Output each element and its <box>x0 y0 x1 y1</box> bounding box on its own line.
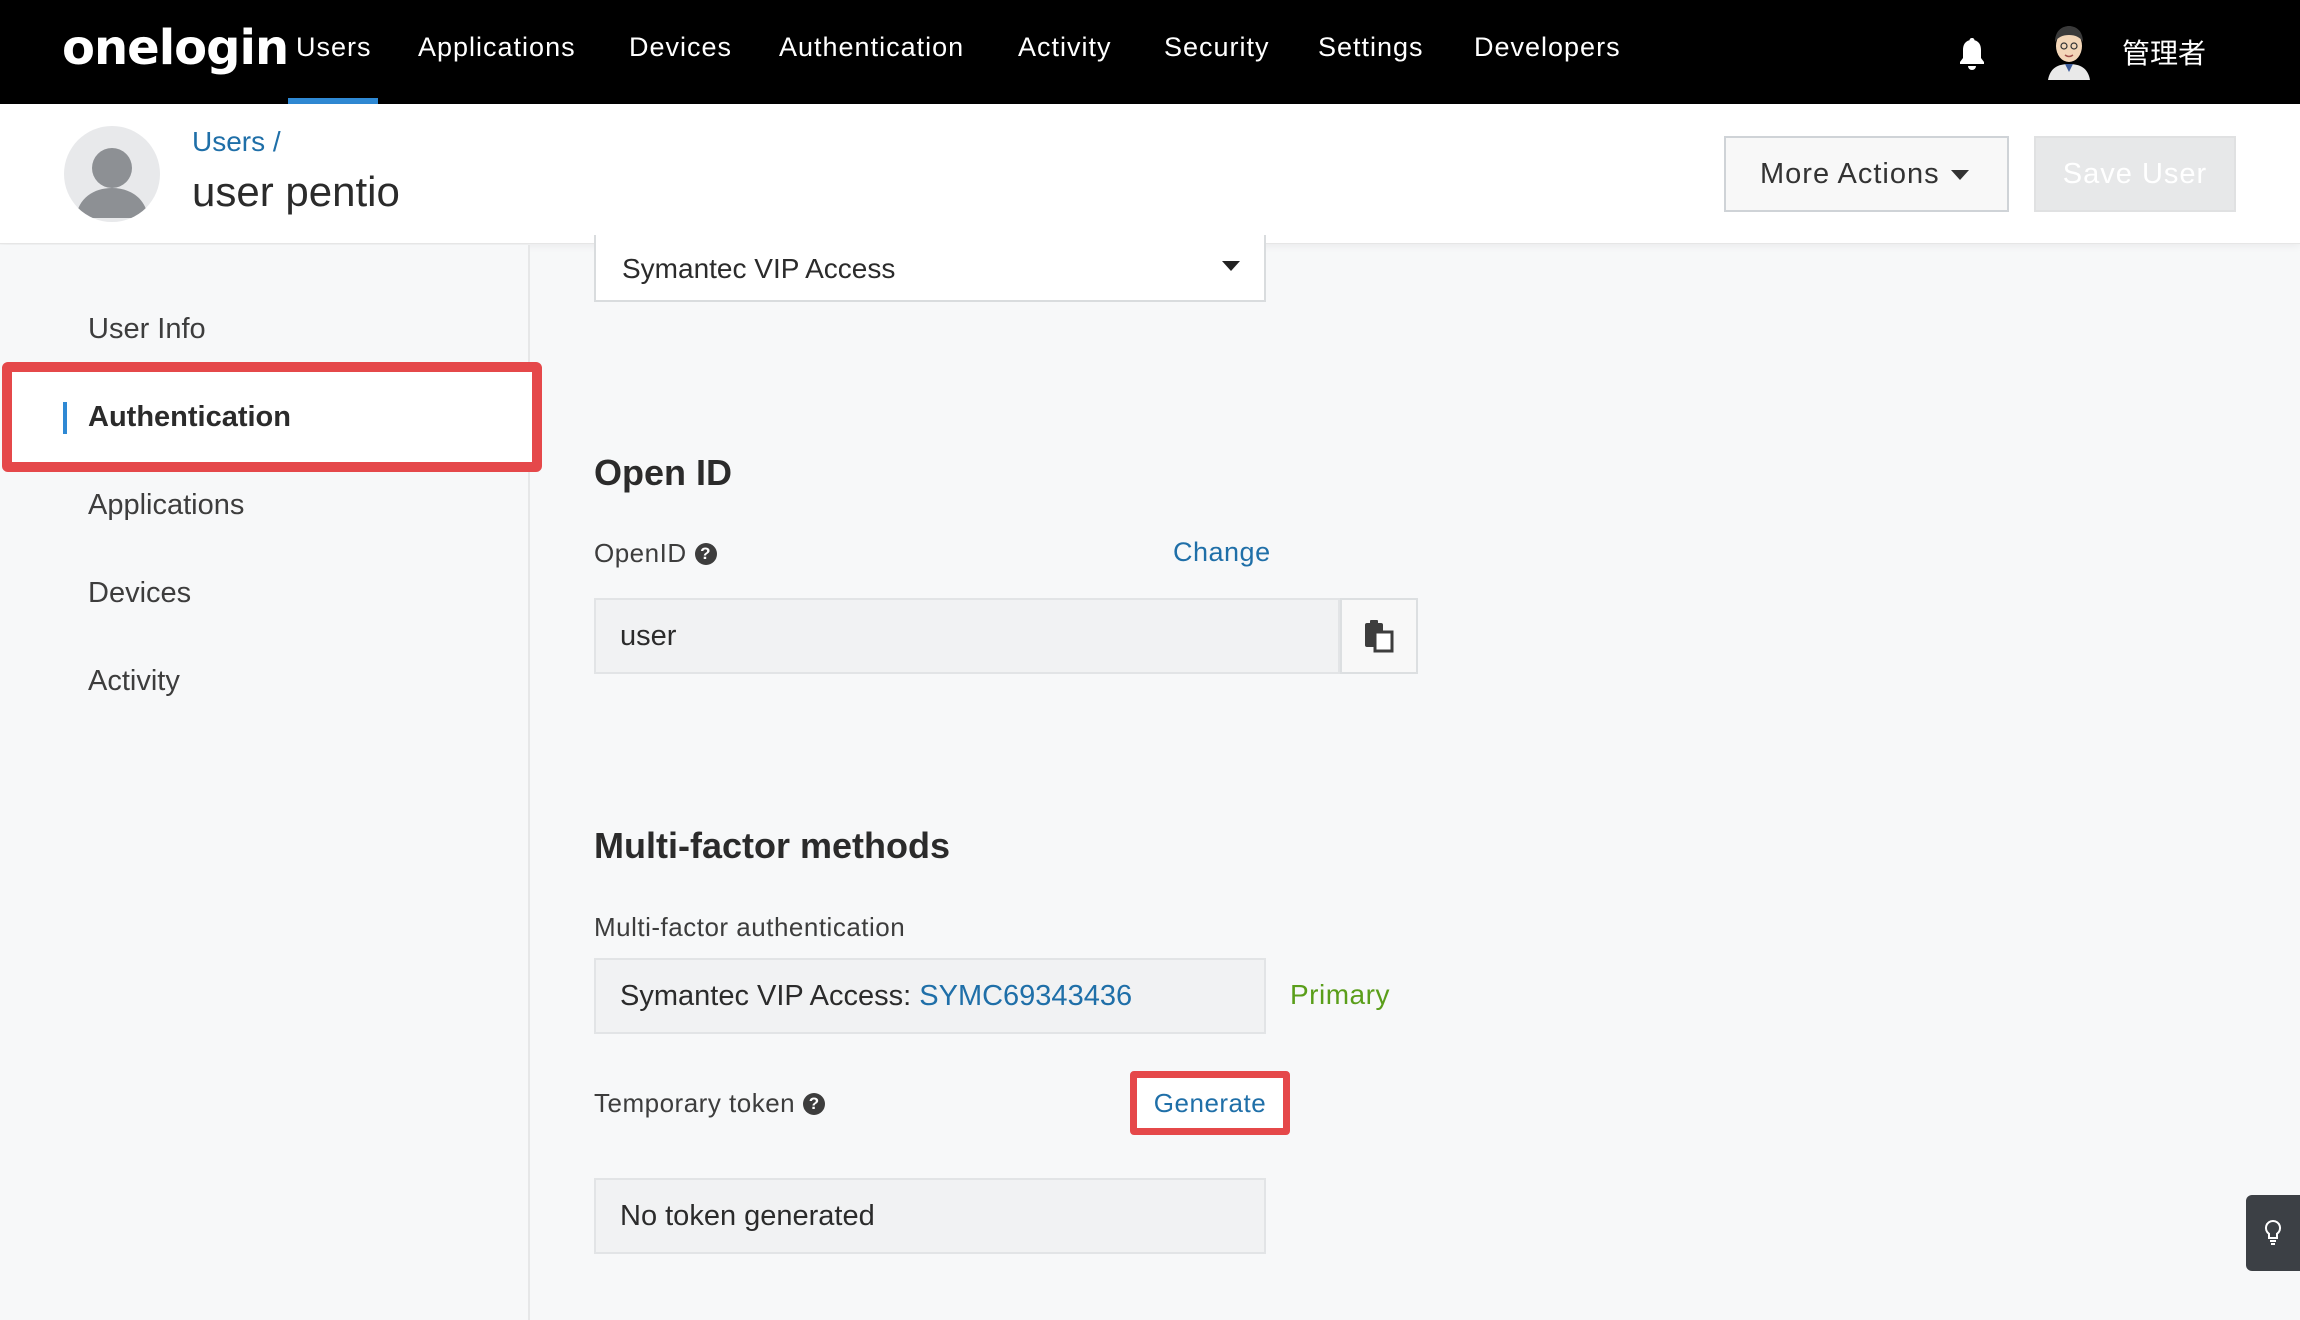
breadcrumb-users-link[interactable]: Users / <box>192 126 281 158</box>
nav-item-applications[interactable]: Applications <box>418 32 576 63</box>
help-hint-button[interactable] <box>2246 1195 2300 1271</box>
mfa-device-type: Symantec VIP Access: <box>620 979 920 1012</box>
mfa-device-id-link[interactable]: SYMC69343436 <box>919 980 1132 1013</box>
copy-openid-button[interactable] <box>1340 598 1418 674</box>
admin-avatar-icon[interactable] <box>2044 22 2094 80</box>
lightbulb-icon <box>2264 1219 2282 1245</box>
nav-item-devices[interactable]: Devices <box>629 32 732 63</box>
authentication-panel: Symantec VIP Access Open ID OpenID ? Cha… <box>532 235 2300 1320</box>
default-user-icon <box>76 148 148 218</box>
user-avatar <box>64 126 160 222</box>
sidebar-item-authentication[interactable]: Authentication <box>88 401 291 434</box>
temporary-token-field: No token generated <box>594 1178 1266 1254</box>
openid-field[interactable]: user <box>594 598 1340 674</box>
nav-item-authentication[interactable]: Authentication <box>779 32 964 63</box>
onelogin-logo[interactable]: onelogin <box>62 20 289 76</box>
mfa-label: Multi-factor authentication <box>594 912 906 942</box>
openid-change-link[interactable]: Change <box>1173 537 1271 568</box>
temporary-token-label: Temporary token ? <box>594 1088 826 1119</box>
generate-token-link[interactable]: Generate <box>1130 1071 1290 1135</box>
mfa-device-field: Symantec VIP Access: SYMC69343436 <box>594 958 1266 1034</box>
primary-badge: Primary <box>1290 979 1390 1010</box>
sidebar-item-applications[interactable]: Applications <box>88 489 244 522</box>
more-actions-button[interactable]: More Actions <box>1724 136 2009 212</box>
openid-section-title: Open ID <box>594 452 733 493</box>
openid-label: OpenID ? <box>594 538 717 569</box>
help-icon[interactable]: ? <box>694 542 717 565</box>
nav-item-security[interactable]: Security <box>1164 32 1270 63</box>
save-user-button[interactable]: Save User <box>2034 136 2236 212</box>
notifications-bell-icon[interactable] <box>1956 36 1988 72</box>
clipboard-icon <box>1365 620 1394 653</box>
page-title: user pentio <box>192 168 400 215</box>
sidebar-item-activity[interactable]: Activity <box>88 665 180 698</box>
openid-value: user <box>620 619 677 652</box>
caret-down-icon <box>1951 170 1969 180</box>
auth-policy-value: Symantec VIP Access <box>622 252 896 284</box>
nav-item-users[interactable]: Users <box>296 32 372 63</box>
openid-label-text: OpenID <box>594 538 687 568</box>
chevron-down-icon <box>1222 261 1240 271</box>
sidebar-active-indicator <box>63 402 67 434</box>
help-icon[interactable]: ? <box>803 1092 826 1115</box>
temporary-token-value: No token generated <box>620 1199 875 1232</box>
admin-username[interactable]: 管理者 <box>2122 32 2206 72</box>
sidebar-item-devices[interactable]: Devices <box>88 577 191 610</box>
nav-item-developers[interactable]: Developers <box>1474 32 1621 63</box>
mfa-section-title: Multi-factor methods <box>594 825 950 866</box>
nav-item-settings[interactable]: Settings <box>1318 32 1424 63</box>
sidebar-item-user-info[interactable]: User Info <box>88 313 206 346</box>
user-header: Users / user pentio More Actions Save Us… <box>0 104 2300 244</box>
more-actions-label: More Actions <box>1760 157 1940 190</box>
nav-item-activity[interactable]: Activity <box>1018 32 1112 63</box>
top-navigation-bar: onelogin Users Applications Devices Auth… <box>0 0 2300 104</box>
auth-policy-dropdown[interactable]: Symantec VIP Access <box>594 235 1266 302</box>
temporary-token-label-text: Temporary token <box>594 1088 796 1118</box>
